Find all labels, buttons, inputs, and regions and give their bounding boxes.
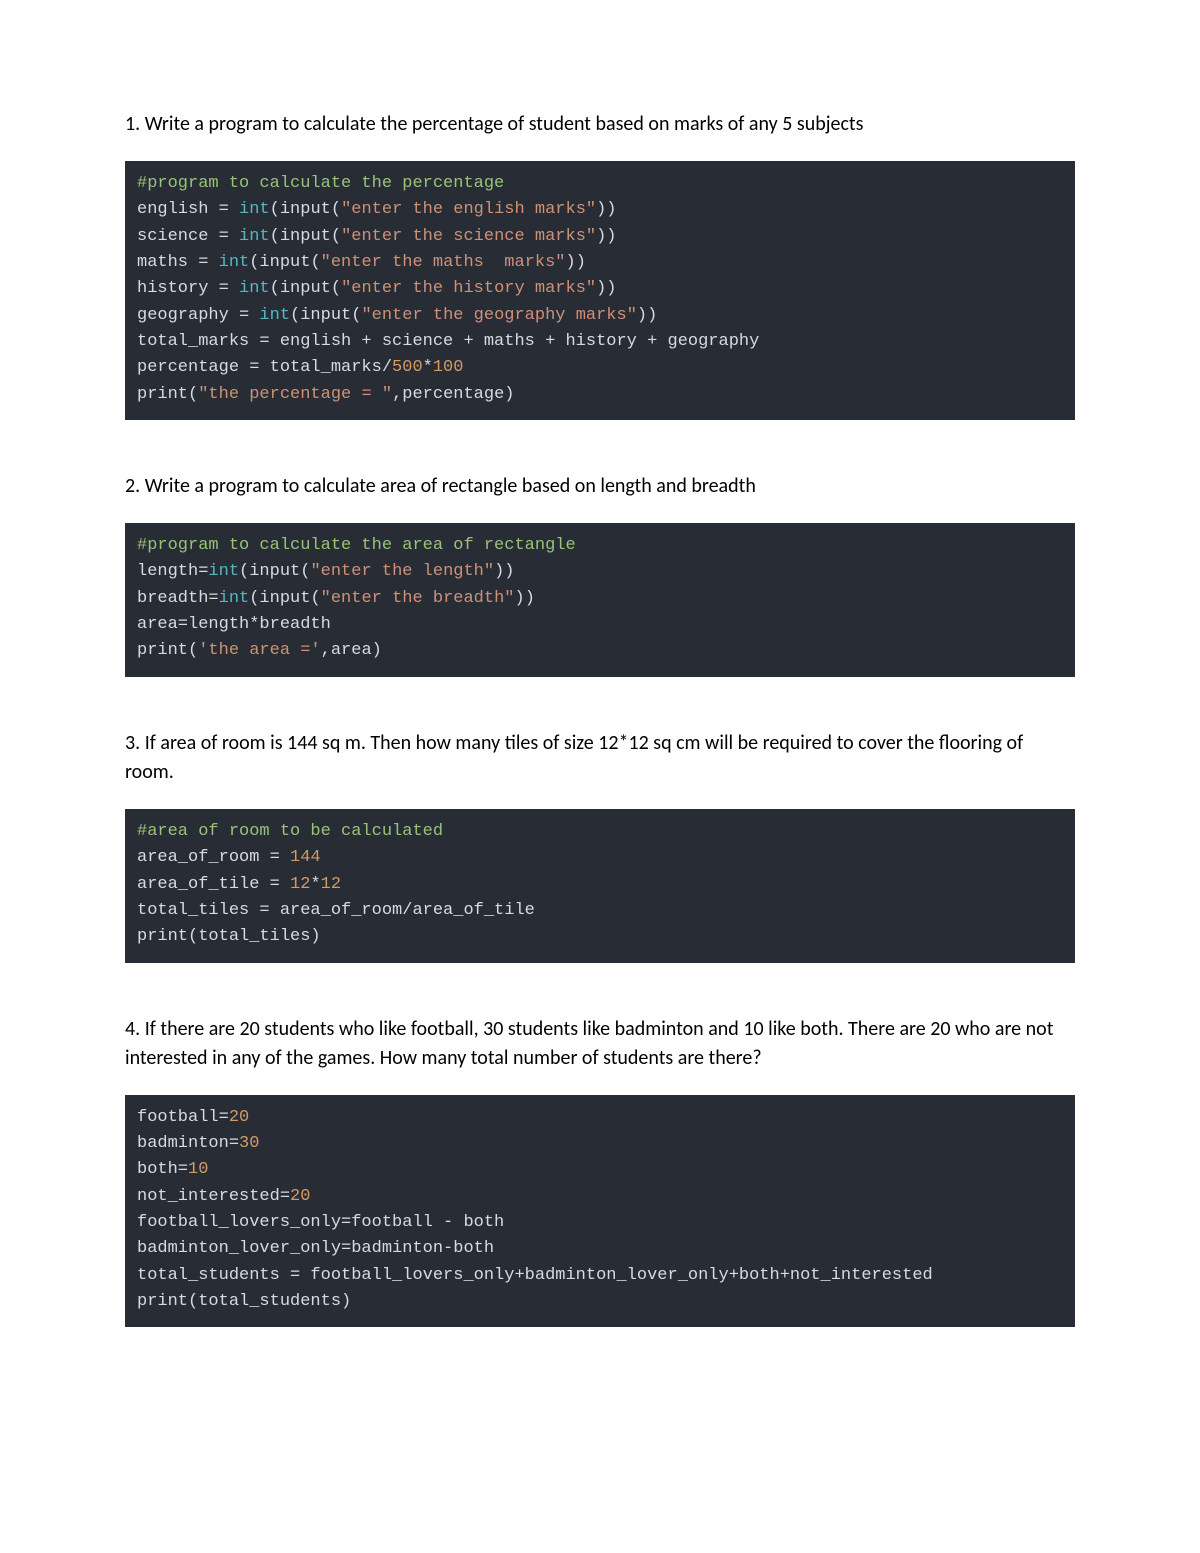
- code-token: int: [219, 589, 250, 608]
- code-token: )): [515, 589, 535, 608]
- code-token: breadth=: [137, 589, 219, 608]
- code-token: print(: [137, 385, 198, 404]
- code-token: "enter the science marks": [341, 227, 596, 246]
- code-token: english =: [137, 200, 239, 219]
- code-token: )): [596, 227, 616, 246]
- code-token: 20: [290, 1187, 310, 1206]
- code-token: (input(: [270, 200, 341, 219]
- code-token: )): [596, 279, 616, 298]
- code-token: )): [596, 200, 616, 219]
- code-token: maths =: [137, 253, 219, 272]
- code-token: "enter the maths marks": [321, 253, 566, 272]
- code-token: badminton=: [137, 1134, 239, 1153]
- code-token: (input(: [249, 589, 320, 608]
- question-text: 4. If there are 20 students who like foo…: [125, 1015, 1075, 1073]
- code-token: (input(: [290, 306, 361, 325]
- code-token: "enter the length": [310, 562, 494, 581]
- code-token: (input(: [249, 253, 320, 272]
- code-token: *: [423, 358, 433, 377]
- question-text: 3. If area of room is 144 sq m. Then how…: [125, 729, 1075, 787]
- code-token: area_of_room =: [137, 848, 290, 867]
- code-token: 'the area =': [198, 641, 320, 660]
- code-token: football_lovers_only=football - both: [137, 1213, 504, 1232]
- code-block: football=20 badminton=30 both=10 not_int…: [125, 1095, 1075, 1328]
- code-token: "enter the history marks": [341, 279, 596, 298]
- code-token: print(total_students): [137, 1292, 351, 1311]
- code-token: 12: [290, 875, 310, 894]
- code-block: #program to calculate the area of rectan…: [125, 523, 1075, 677]
- code-token: total_students = football_lovers_only+ba…: [137, 1266, 933, 1285]
- code-block: #program to calculate the percentage eng…: [125, 161, 1075, 420]
- code-token: int: [208, 562, 239, 581]
- code-token: #program to calculate the percentage: [137, 174, 504, 193]
- code-token: 12: [321, 875, 341, 894]
- code-token: )): [494, 562, 514, 581]
- code-token: both=: [137, 1160, 188, 1179]
- code-token: #area of room to be calculated: [137, 822, 443, 841]
- code-token: int: [239, 227, 270, 246]
- code-token: 500: [392, 358, 423, 377]
- question-text: 1. Write a program to calculate the perc…: [125, 110, 1075, 139]
- code-token: total_marks = english + science + maths …: [137, 332, 759, 351]
- code-token: area_of_tile =: [137, 875, 290, 894]
- code-token: football=: [137, 1108, 229, 1127]
- code-token: 10: [188, 1160, 208, 1179]
- code-token: )): [637, 306, 657, 325]
- code-token: history =: [137, 279, 239, 298]
- code-token: int: [239, 279, 270, 298]
- code-token: int: [219, 253, 250, 272]
- document-page: 1. Write a program to calculate the perc…: [0, 0, 1200, 1553]
- code-token: (input(: [270, 279, 341, 298]
- code-token: 144: [290, 848, 321, 867]
- code-token: "the percentage = ": [198, 385, 392, 404]
- code-token: total_tiles = area_of_room/area_of_tile: [137, 901, 535, 920]
- code-token: int: [259, 306, 290, 325]
- code-token: (input(: [270, 227, 341, 246]
- code-token: print(: [137, 641, 198, 660]
- code-token: badminton_lover_only=badminton-both: [137, 1239, 494, 1258]
- code-token: )): [566, 253, 586, 272]
- code-token: "enter the breadth": [321, 589, 515, 608]
- code-token: geography =: [137, 306, 259, 325]
- code-token: 30: [239, 1134, 259, 1153]
- code-token: ,percentage): [392, 385, 514, 404]
- code-token: 20: [229, 1108, 249, 1127]
- code-token: not_interested=: [137, 1187, 290, 1206]
- code-token: length=: [137, 562, 208, 581]
- code-token: #program to calculate the area of rectan…: [137, 536, 576, 555]
- code-block: #area of room to be calculated area_of_r…: [125, 809, 1075, 963]
- code-token: print(total_tiles): [137, 927, 321, 946]
- code-token: *: [310, 875, 320, 894]
- code-token: int: [239, 200, 270, 219]
- code-token: "enter the geography marks": [361, 306, 636, 325]
- code-token: ,area): [321, 641, 382, 660]
- code-token: science =: [137, 227, 239, 246]
- code-token: 100: [433, 358, 464, 377]
- code-token: (input(: [239, 562, 310, 581]
- question-text: 2. Write a program to calculate area of …: [125, 472, 1075, 501]
- code-token: "enter the english marks": [341, 200, 596, 219]
- code-token: percentage = total_marks/: [137, 358, 392, 377]
- code-token: area=length*breadth: [137, 615, 331, 634]
